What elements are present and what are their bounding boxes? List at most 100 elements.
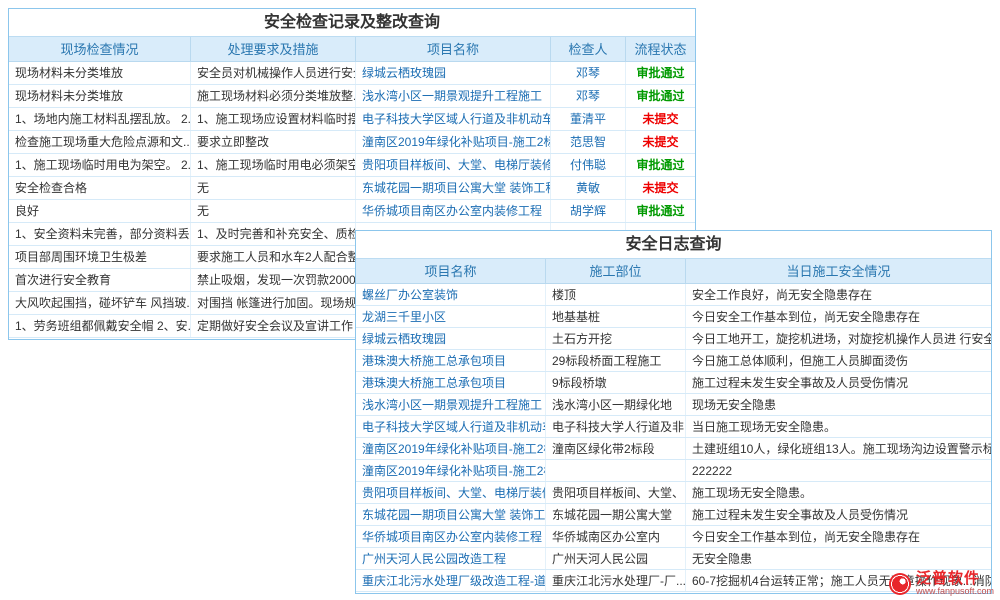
inspection-measure-cell: 安全员对机械操作人员进行安全... — [191, 62, 356, 84]
inspection-table-row[interactable]: 检查施工现场重大危险点源和文... 要求立即整改 潼南区2019年绿化补贴项目-… — [9, 131, 695, 154]
inspection-table-header: 现场检查情况 处理要求及措施 项目名称 检查人 流程状态 — [9, 37, 695, 62]
column-header-log-part: 施工部位 — [546, 259, 686, 283]
log-table-row[interactable]: 电子科技大学区域人行道及非机动车道工程 电子科技大学人行道及非... 当日施工现… — [356, 416, 991, 438]
log-part-cell: 土石方开挖 — [546, 328, 686, 349]
log-note-cell: 今日安全工作基本到位，尚无安全隐患存在 — [686, 526, 991, 547]
log-table-row[interactable]: 华侨城项目南区办公室内装修工程 华侨城南区办公室内 今日安全工作基本到位，尚无安… — [356, 526, 991, 548]
log-table-row[interactable]: 螺丝厂办公室装饰 楼顶 安全工作良好，尚无安全隐患存在 — [356, 284, 991, 306]
inspection-table-row[interactable]: 现场材料未分类堆放 安全员对机械操作人员进行安全... 绿城云栖玫瑰园 邓琴 审… — [9, 62, 695, 85]
inspection-status-badge: 审批通过 — [626, 62, 695, 84]
inspection-inspector-link[interactable]: 范思智 — [551, 131, 626, 153]
inspection-table-row[interactable]: 1、施工现场临时用电为架空。 2... 1、施工现场临时用电必须架空... 贵阳… — [9, 154, 695, 177]
inspection-situation-cell: 大风吹起围挡，碰坏铲车 风挡玻... — [9, 292, 191, 314]
log-project-link[interactable]: 浅水湾小区一期景观提升工程施工 — [356, 394, 546, 415]
inspection-measure-cell: 无 — [191, 177, 356, 199]
column-header-log-note: 当日施工安全情况 — [686, 259, 991, 283]
log-table-row[interactable]: 潼南区2019年绿化补贴项目-施工2标段 222222 — [356, 460, 991, 482]
log-project-link[interactable]: 潼南区2019年绿化补贴项目-施工2标段 — [356, 460, 546, 481]
log-part-cell: 29标段桥面工程施工 — [546, 350, 686, 371]
log-project-link[interactable]: 东城花园一期项目公寓大堂 装饰工程 — [356, 504, 546, 525]
inspection-situation-cell: 现场材料未分类堆放 — [9, 85, 191, 107]
log-part-cell: 广州天河人民公园 — [546, 548, 686, 569]
inspection-measure-cell: 禁止吸烟，发现一次罚款2000... — [191, 269, 356, 291]
inspection-project-link[interactable]: 绿城云栖玫瑰园 — [356, 62, 551, 84]
inspection-inspector-link[interactable]: 邓琴 — [551, 62, 626, 84]
fanpu-logo-text: 泛普软件 www.fanpusoft.com — [916, 571, 994, 597]
column-header-status: 流程状态 — [626, 37, 695, 61]
column-header-measure: 处理要求及措施 — [191, 37, 356, 61]
log-project-link[interactable]: 广州天河人民公园改造工程 — [356, 548, 546, 569]
column-header-project: 项目名称 — [356, 37, 551, 61]
fanpu-logo-icon — [889, 573, 911, 595]
inspection-measure-cell: 定期做好安全会议及宣讲工作 — [191, 315, 356, 337]
log-table-row[interactable]: 龙湖三千里小区 地基基桩 今日安全工作基本到位，尚无安全隐患存在 — [356, 306, 991, 328]
inspection-project-link[interactable]: 华侨城项目南区办公室内装修工程 — [356, 200, 551, 222]
log-project-link[interactable]: 重庆江北污水处理厂级改造工程-道路修复工程 — [356, 570, 546, 591]
inspection-status-badge: 未提交 — [626, 131, 695, 153]
logo-url: www.fanpusoft.com — [916, 587, 994, 597]
inspection-situation-cell: 首次进行安全教育 — [9, 269, 191, 291]
log-part-cell: 电子科技大学人行道及非... — [546, 416, 686, 437]
log-table-row[interactable]: 浅水湾小区一期景观提升工程施工 浅水湾小区一期绿化地 现场无安全隐患 — [356, 394, 991, 416]
log-project-link[interactable]: 贵阳项目样板间、大堂、电梯厅装修工程 — [356, 482, 546, 503]
inspection-project-link[interactable]: 东城花园一期项目公寓大堂 装饰工程 — [356, 177, 551, 199]
inspection-panel-title: 安全检查记录及整改查询 — [9, 9, 695, 37]
log-note-cell: 当日施工现场无安全隐患。 — [686, 416, 991, 437]
log-table-row[interactable]: 潼南区2019年绿化补贴项目-施工2标段 潼南区绿化带2标段 土建班组10人，绿… — [356, 438, 991, 460]
log-table-row[interactable]: 广州天河人民公园改造工程 广州天河人民公园 无安全隐患 — [356, 548, 991, 570]
inspection-situation-cell: 1、场地内施工材料乱摆乱放。 2... — [9, 108, 191, 130]
inspection-measure-cell: 要求施工人员和水车2人配合整... — [191, 246, 356, 268]
inspection-situation-cell: 良好 — [9, 200, 191, 222]
log-part-cell: 重庆江北污水处理厂-厂... — [546, 570, 686, 591]
log-note-cell: 施工过程未发生安全事故及人员受伤情况 — [686, 504, 991, 525]
log-table-row[interactable]: 贵阳项目样板间、大堂、电梯厅装修工程 贵阳项目样板间、大堂、... 施工现场无安… — [356, 482, 991, 504]
inspection-table-row[interactable]: 现场材料未分类堆放 施工现场材料必须分类堆放整... 浅水湾小区一期景观提升工程… — [9, 85, 695, 108]
inspection-project-link[interactable]: 贵阳项目样板间、大堂、电梯厅装修工程 — [356, 154, 551, 176]
safety-log-panel: 安全日志查询 项目名称 施工部位 当日施工安全情况 螺丝厂办公室装饰 楼顶 安全… — [355, 230, 992, 594]
inspection-inspector-link[interactable]: 邓琴 — [551, 85, 626, 107]
log-note-cell: 今日施工总体顺利，但施工人员脚面烫伤 — [686, 350, 991, 371]
log-project-link[interactable]: 港珠澳大桥施工总承包项目 — [356, 372, 546, 393]
log-table-row[interactable]: 港珠澳大桥施工总承包项目 9标段桥墩 施工过程未发生安全事故及人员受伤情况 — [356, 372, 991, 394]
log-project-link[interactable]: 华侨城项目南区办公室内装修工程 — [356, 526, 546, 547]
inspection-situation-cell: 1、安全资料未完善，部分资料丢... — [9, 223, 191, 245]
fanpu-logo: 泛普软件 www.fanpusoft.com — [889, 571, 994, 597]
log-note-cell: 222222 — [686, 460, 991, 481]
inspection-measure-cell: 1、及时完善和补充安全、质检... — [191, 223, 356, 245]
log-part-cell: 浅水湾小区一期绿化地 — [546, 394, 686, 415]
log-note-cell: 今日工地开工，旋挖机进场，对旋挖机操作人员进 行安全技术... — [686, 328, 991, 349]
log-note-cell: 今日安全工作基本到位，尚无安全隐患存在 — [686, 306, 991, 327]
inspection-inspector-link[interactable]: 黄敏 — [551, 177, 626, 199]
log-project-link[interactable]: 潼南区2019年绿化补贴项目-施工2标段 — [356, 438, 546, 459]
inspection-table-row[interactable]: 1、场地内施工材料乱摆乱放。 2... 1、施工现场应设置材料临时摆... 电子… — [9, 108, 695, 131]
log-table-row[interactable]: 绿城云栖玫瑰园 土石方开挖 今日工地开工，旋挖机进场，对旋挖机操作人员进 行安全… — [356, 328, 991, 350]
inspection-project-link[interactable]: 浅水湾小区一期景观提升工程施工 — [356, 85, 551, 107]
log-table-body: 螺丝厂办公室装饰 楼顶 安全工作良好，尚无安全隐患存在 龙湖三千里小区 地基基桩… — [356, 284, 991, 592]
inspection-measure-cell: 对围挡 帐篷进行加固。现场规... — [191, 292, 356, 314]
inspection-table-row[interactable]: 良好 无 华侨城项目南区办公室内装修工程 胡学辉 审批通过 — [9, 200, 695, 223]
inspection-table-row[interactable]: 安全检查合格 无 东城花园一期项目公寓大堂 装饰工程 黄敏 未提交 — [9, 177, 695, 200]
log-table-row[interactable]: 东城花园一期项目公寓大堂 装饰工程 东城花园一期公寓大堂 施工过程未发生安全事故… — [356, 504, 991, 526]
inspection-situation-cell: 检查施工现场重大危险点源和文... — [9, 131, 191, 153]
inspection-inspector-link[interactable]: 胡学辉 — [551, 200, 626, 222]
log-project-link[interactable]: 电子科技大学区域人行道及非机动车道工程 — [356, 416, 546, 437]
log-project-link[interactable]: 港珠澳大桥施工总承包项目 — [356, 350, 546, 371]
inspection-situation-cell: 1、劳务班组都佩戴安全帽 2、安... — [9, 315, 191, 337]
inspection-inspector-link[interactable]: 董清平 — [551, 108, 626, 130]
inspection-inspector-link[interactable]: 付伟聪 — [551, 154, 626, 176]
log-project-link[interactable]: 龙湖三千里小区 — [356, 306, 546, 327]
column-header-log-project: 项目名称 — [356, 259, 546, 283]
inspection-project-link[interactable]: 潼南区2019年绿化补贴项目-施工2标段 — [356, 131, 551, 153]
log-note-cell: 无安全隐患 — [686, 548, 991, 569]
column-header-inspector: 检查人 — [551, 37, 626, 61]
log-table-header: 项目名称 施工部位 当日施工安全情况 — [356, 259, 991, 284]
log-part-cell: 楼顶 — [546, 284, 686, 305]
log-panel-title: 安全日志查询 — [356, 231, 991, 259]
log-project-link[interactable]: 螺丝厂办公室装饰 — [356, 284, 546, 305]
log-part-cell: 潼南区绿化带2标段 — [546, 438, 686, 459]
inspection-measure-cell: 1、施工现场应设置材料临时摆... — [191, 108, 356, 130]
inspection-project-link[interactable]: 电子科技大学区域人行道及非机动车道工程 — [356, 108, 551, 130]
log-project-link[interactable]: 绿城云栖玫瑰园 — [356, 328, 546, 349]
log-table-row[interactable]: 港珠澳大桥施工总承包项目 29标段桥面工程施工 今日施工总体顺利，但施工人员脚面… — [356, 350, 991, 372]
log-part-cell: 地基基桩 — [546, 306, 686, 327]
